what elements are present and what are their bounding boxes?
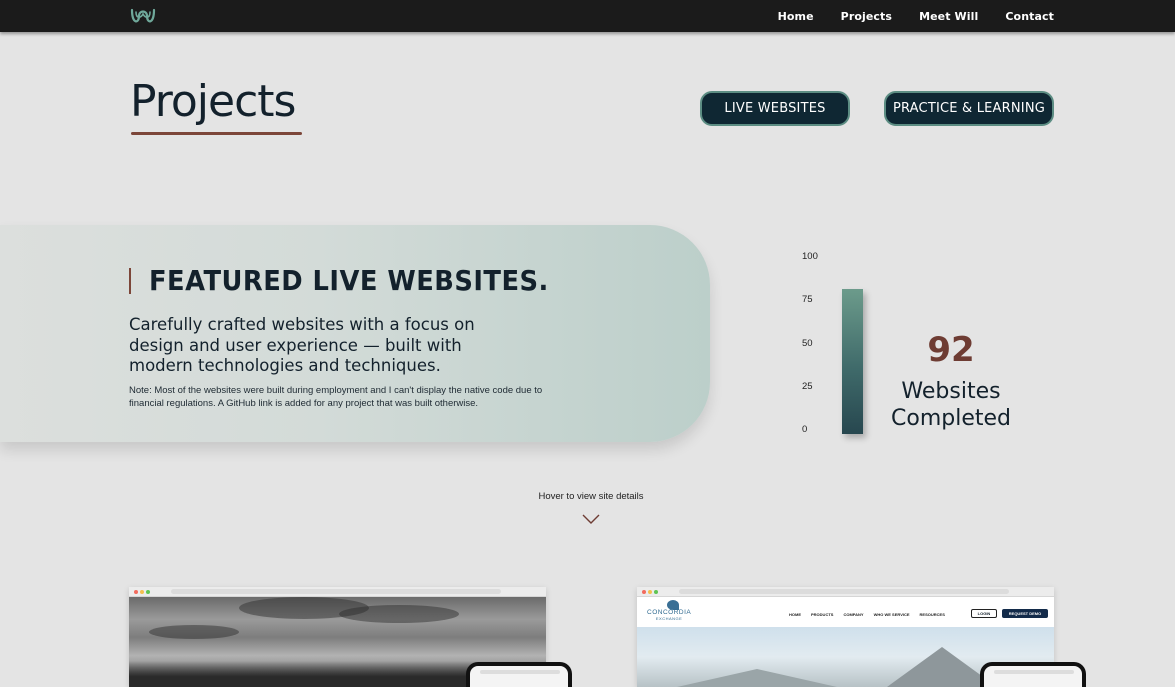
nav-contact-link[interactable]: Contact (1005, 10, 1054, 23)
nav-home-link[interactable]: Home (778, 10, 814, 23)
practice-learning-button[interactable]: PRACTICE & LEARNING (884, 91, 1054, 126)
url-bar (171, 589, 501, 594)
featured-description: Carefully crafted websites with a focus … (129, 315, 475, 375)
gauge-tick-label: 50 (802, 338, 813, 349)
mobile-preview-screen (984, 666, 1082, 687)
concordia-demo-button: REQUEST DEMO (1002, 609, 1048, 618)
gauge-tick-label: 100 (802, 251, 818, 262)
concordia-exchange-screenshot: CONCORDIA EXCHANGE HOME PRODUCTS COMPANY… (637, 597, 1054, 627)
main-nav: Home Projects Meet Will Contact (751, 0, 1054, 32)
concordia-nav-link: RESOURCES (919, 612, 945, 617)
concordia-logo-line: CONCORDIA (647, 609, 692, 616)
browser-dot-icon (140, 590, 144, 594)
websites-gauge-fill (842, 288, 863, 434)
featured-heading-accent (129, 268, 131, 294)
nav-projects-link[interactable]: Projects (841, 10, 892, 23)
featured-heading: FEATURED LIVE WEBSITES. (149, 264, 549, 297)
cloud-shape (339, 605, 459, 623)
stat-label-line: Completed (891, 406, 1011, 431)
browser-dot-icon (134, 590, 138, 594)
page-title: Projects (130, 76, 296, 127)
featured-note: Note: Most of the websites were built du… (129, 385, 543, 409)
concordia-logo-subtext: EXCHANGE (655, 616, 683, 621)
concordia-nav-link: COMPANY (843, 612, 864, 617)
hover-hint: Hover to view site details (538, 491, 644, 502)
concordia-nav-link: WHO WE SERVICE (873, 612, 910, 617)
nav-meet-will-link[interactable]: Meet Will (919, 10, 978, 23)
websites-count: 92 (927, 330, 975, 370)
chevron-down-icon[interactable] (582, 514, 600, 525)
title-underline (131, 132, 302, 135)
gauge-tick-label: 0 (802, 424, 808, 435)
browser-dot-icon (648, 590, 652, 594)
concordia-login-button: LOGIN (971, 609, 997, 618)
browser-dot-icon (146, 590, 150, 594)
url-bar (480, 670, 560, 674)
concordia-nav-link: HOME (789, 612, 801, 617)
gauge-tick-label: 75 (802, 294, 813, 305)
mountain-shape (677, 669, 837, 687)
concordia-logo-text: CONCORDIA EXCHANGE (647, 609, 691, 621)
mobile-preview-concordia (980, 662, 1086, 687)
concordia-nav-link: PRODUCTS (811, 612, 834, 617)
live-websites-button[interactable]: LIVE WEBSITES (700, 91, 850, 126)
mobile-preview-golf (466, 662, 572, 687)
browser-dot-icon (642, 590, 646, 594)
url-bar (994, 670, 1074, 674)
gauge-tick-label: 25 (802, 381, 813, 392)
top-navigation-bar: Home Projects Meet Will Contact (0, 0, 1175, 32)
stat-label-line: Websites (901, 379, 1001, 404)
websites-gauge (842, 276, 863, 434)
concordia-nav-links: HOME PRODUCTS COMPANY WHO WE SERVICE RES… (789, 612, 945, 617)
wave-w-logo-icon[interactable] (130, 6, 156, 26)
mobile-preview-screen (470, 666, 568, 687)
url-bar (679, 589, 1009, 594)
browser-bar (129, 587, 546, 597)
websites-count-label: Websites Completed (880, 378, 1022, 432)
browser-bar (637, 587, 1054, 597)
cloud-shape (149, 625, 239, 639)
browser-dot-icon (654, 590, 658, 594)
